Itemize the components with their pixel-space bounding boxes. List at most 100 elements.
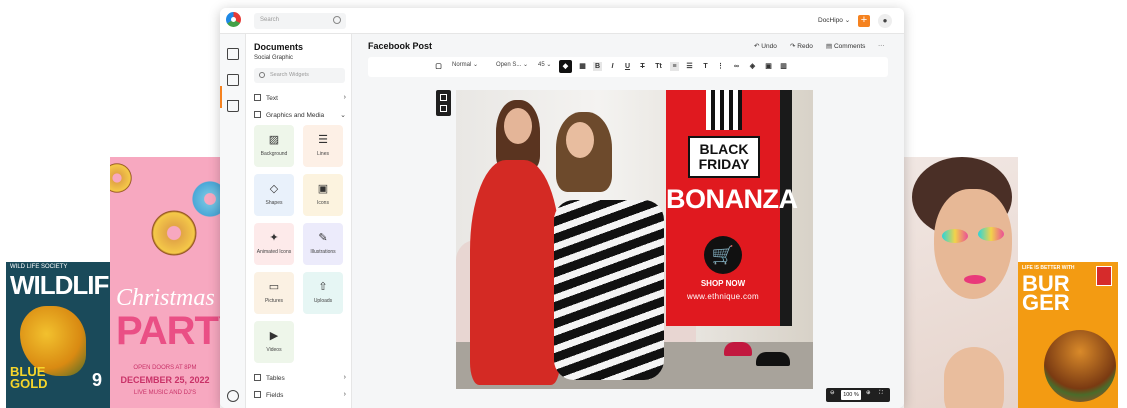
underline-icon[interactable]: U [623, 62, 632, 71]
wildlife-title: WILDLIFE [10, 270, 110, 300]
italic-icon[interactable]: I [608, 62, 617, 71]
text-case-icon[interactable]: Tt [654, 62, 663, 71]
party-title: PARTY [116, 309, 220, 353]
document-title: Facebook Post [368, 41, 433, 51]
template-wildlife: WILD LIFE SOCIETY WILDLIFE BLUEGOLD 9 [6, 262, 110, 408]
user-icon[interactable]: ● [878, 14, 892, 28]
cart-icon[interactable]: 🛒 [704, 236, 742, 274]
chevron-right-icon: › [343, 374, 346, 381]
shapes-icon: ◇ [269, 183, 279, 195]
section-fields[interactable]: Fields › [254, 391, 346, 399]
list-icon[interactable]: ⋮ [716, 62, 725, 71]
chevron-right-icon: › [343, 391, 346, 398]
tile-videos[interactable]: ▶ Videos [254, 321, 294, 363]
pattern-icon[interactable]: ▦ [578, 62, 587, 71]
red-heels [724, 342, 752, 356]
zoom-controls: ⊖ 100 % ⊕ ⛶ [826, 388, 890, 402]
animated-icon: ✦ [269, 232, 279, 244]
search-icon [259, 72, 265, 78]
widget-search-input[interactable]: Search Widgets [254, 68, 345, 83]
website-url-text[interactable]: www.ethnique.com [666, 292, 780, 301]
strikethrough-icon[interactable]: T [638, 62, 647, 71]
fill-color-icon[interactable]: ◆ [559, 60, 572, 73]
zoom-in-icon[interactable]: ⊕ [866, 390, 871, 396]
left-rail [220, 34, 246, 408]
tile-background[interactable]: ▨ Background [254, 125, 294, 167]
upload-icon: ⇧ [318, 281, 328, 293]
tile-lines[interactable]: ☰ Lines [303, 125, 343, 167]
tile-animated-icons[interactable]: ✦ Animated Icons [254, 223, 294, 265]
text-style-select[interactable]: Normal ⌄ [452, 61, 478, 68]
promo-banner[interactable]: BLACK FRIDAY BONANZA 🛒 SHOP NOW www.ethni… [666, 90, 798, 326]
add-button[interactable]: + [858, 15, 870, 27]
new-document-icon[interactable] [227, 48, 239, 60]
table-icon [254, 374, 261, 381]
shop-now-text[interactable]: SHOP NOW [666, 279, 780, 288]
section-graphics[interactable]: Graphics and Media ⌄ [254, 111, 346, 119]
black-friday-box[interactable]: BLACK FRIDAY [688, 136, 760, 178]
lines-icon: ☰ [318, 134, 328, 146]
section-tables[interactable]: Tables › [254, 374, 346, 382]
bonanza-text[interactable]: BONANZA [666, 184, 798, 215]
model-1-face [504, 108, 532, 144]
design-canvas[interactable]: BLACK FRIDAY BONANZA 🛒 SHOP NOW www.ethni… [456, 90, 813, 389]
burger-title: BUR GER [1022, 271, 1070, 315]
top-search-input[interactable]: Search [254, 13, 346, 29]
wildlife-issue-number: 9 [92, 370, 103, 390]
template-makeup [904, 157, 1018, 408]
redo-button[interactable]: ↷ Redo [790, 42, 813, 50]
trash-icon[interactable] [227, 100, 239, 112]
tile-illustrations[interactable]: ✎ Illustrations [303, 223, 343, 265]
graphics-icon [254, 111, 261, 118]
canvas-area: Facebook Post ↶ Undo ↷ Redo ▤ Comments ·… [352, 34, 904, 408]
layers-icon[interactable]: ◈ [748, 62, 757, 71]
panel-subtitle: Social Graphic [254, 55, 294, 61]
font-size-select[interactable]: 45 ⌄ [538, 61, 551, 68]
illustration-icon: ✎ [318, 232, 328, 244]
align-center-icon[interactable]: ≡ [670, 62, 679, 71]
tile-icons[interactable]: ▣ Icons [303, 174, 343, 216]
link-icon[interactable]: ∞ [732, 62, 741, 71]
canvas-side-tools[interactable] [436, 90, 451, 116]
resize-icon[interactable] [440, 105, 447, 112]
background-icon: ▨ [268, 134, 280, 146]
lock-icon[interactable]: ▣ [764, 62, 773, 71]
text-box-icon[interactable]: T [701, 62, 710, 71]
documents-icon[interactable] [227, 74, 239, 86]
tile-shapes[interactable]: ◇ Shapes [254, 174, 294, 216]
christmas-script: Christmas [116, 285, 215, 311]
undo-button[interactable]: ↶ Undo [754, 42, 777, 50]
tile-uploads[interactable]: ⇧ Uploads [303, 272, 343, 314]
xmas-date: DECEMBER 25, 2022 [120, 375, 210, 385]
delete-icon[interactable]: ▥ [779, 62, 788, 71]
line-spacing-icon[interactable]: ☰ [685, 62, 694, 71]
panel-title: Documents [254, 42, 304, 52]
burger-image [1044, 330, 1116, 402]
account-menu[interactable]: DocHipo ⌄ [818, 16, 850, 24]
donut-ornament [148, 207, 200, 259]
rail-selection-indicator [220, 86, 222, 108]
clipboard-icon[interactable]: ▢ [434, 62, 443, 71]
font-family-select[interactable]: Open S... ⌄ [496, 61, 528, 68]
tile-pictures[interactable]: ▭ Pictures [254, 272, 294, 314]
app-logo-icon[interactable] [226, 12, 241, 27]
lips [964, 275, 986, 284]
red-dress [470, 160, 560, 385]
burger-logo [1096, 266, 1112, 286]
bold-icon[interactable]: B [593, 62, 602, 71]
xmas-open-text: OPEN DOORS AT 8PM [133, 365, 197, 371]
comments-button[interactable]: ▤ Comments [826, 42, 865, 50]
editor-window: Search DocHipo ⌄ + ● Documents Social Gr… [220, 8, 904, 408]
settings-gear-icon[interactable] [227, 390, 239, 402]
wildlife-blue-gold: BLUE GOLD [10, 364, 48, 391]
template-christmas: Christmas PARTY OPEN DOORS AT 8PM DECEMB… [110, 157, 220, 408]
model-2-face [566, 122, 594, 158]
more-options-button[interactable]: ··· [878, 42, 885, 49]
top-bar: Search DocHipo ⌄ + ● [220, 8, 904, 34]
section-text[interactable]: Text › [254, 94, 346, 102]
text-icon [254, 94, 261, 101]
fullscreen-icon[interactable]: ⛶ [879, 390, 883, 397]
zoom-out-icon[interactable]: ⊖ [830, 390, 835, 396]
zoom-level[interactable]: 100 % [841, 390, 861, 400]
grid-icon[interactable] [440, 94, 447, 101]
